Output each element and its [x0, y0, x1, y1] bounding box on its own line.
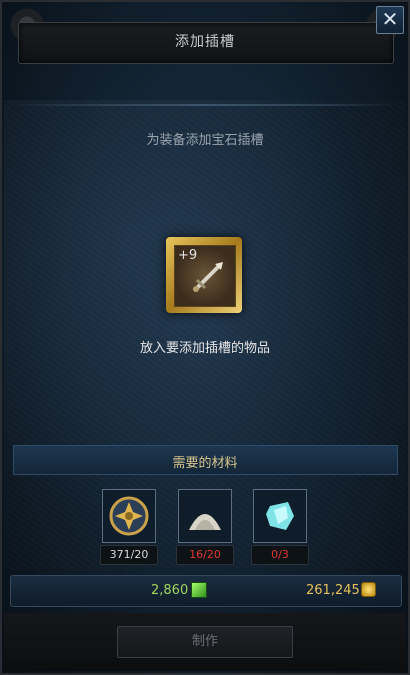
material-count-powder: 16/20 — [189, 548, 221, 561]
green-currency-amount: 2,860 — [151, 583, 189, 598]
item-slot-label: 放入要添加插槽的物品 — [139, 341, 270, 356]
close-icon: ✕ — [381, 7, 399, 31]
instruction-subtitle: 为装备添加宝石插槽 — [146, 133, 264, 148]
materials-header: 需要的材料 — [172, 456, 238, 471]
material-count-crystal: 0/3 — [271, 548, 289, 561]
green-gem-icon — [191, 582, 207, 598]
craft-button[interactable]: 制作 — [117, 626, 293, 658]
material-slot-crystal[interactable] — [253, 489, 307, 543]
white-powder-icon — [189, 514, 221, 530]
divider — [12, 104, 398, 106]
weapon-icon — [193, 262, 223, 292]
material-slot-medallion[interactable] — [102, 489, 156, 543]
crystal-icon — [266, 502, 294, 530]
item-slot-inner: +9 — [174, 245, 236, 307]
window-title: 添加插槽 — [175, 34, 235, 50]
material-count: 0/3 — [251, 545, 309, 565]
gold-amount: 261,245 — [306, 583, 360, 598]
gold-medallion-icon — [109, 496, 149, 536]
gold-coin-icon — [361, 582, 376, 597]
material-count: 16/20 — [176, 545, 234, 565]
material-count-medallion: 371/20 — [109, 548, 149, 561]
item-slot[interactable]: +9 — [166, 237, 242, 313]
material-count: 371/20 — [100, 545, 158, 565]
material-slot-powder[interactable] — [178, 489, 232, 543]
close-button[interactable]: ✕ — [376, 6, 404, 34]
